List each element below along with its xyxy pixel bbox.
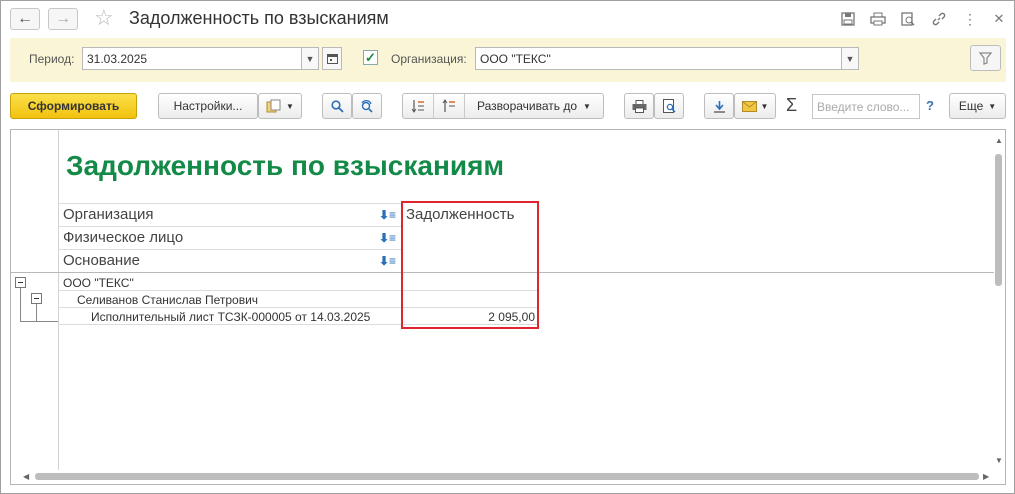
sort-desc-button[interactable] bbox=[434, 94, 464, 118]
collapse-toggle-org[interactable] bbox=[15, 277, 26, 288]
chevron-down-icon: ▼ bbox=[988, 101, 997, 111]
title-bar: ← → ☆ Задолженность по взысканиям ⋮ ✕ bbox=[1, 1, 1014, 37]
print-preview-button[interactable] bbox=[654, 93, 684, 119]
row-organization[interactable]: ООО "ТЕКС" bbox=[63, 276, 134, 290]
send-email-button[interactable]: ▼ bbox=[734, 93, 776, 119]
header-divider bbox=[58, 226, 403, 227]
print-preview-icon bbox=[662, 99, 676, 113]
vertical-scrollbar-thumb[interactable] bbox=[995, 154, 1002, 286]
search-icon bbox=[330, 99, 344, 113]
tree-line bbox=[20, 288, 21, 322]
variants-button[interactable]: ▼ bbox=[258, 93, 302, 119]
report-window: ← → ☆ Задолженность по взысканиям ⋮ ✕ Пе… bbox=[0, 0, 1015, 494]
favorite-star-icon[interactable]: ☆ bbox=[94, 5, 114, 31]
save-to-file-button[interactable] bbox=[704, 93, 734, 119]
grouping-column-divider bbox=[58, 130, 59, 470]
more-button[interactable]: Еще ▼ bbox=[949, 93, 1006, 119]
printer-icon bbox=[632, 99, 646, 113]
chevron-down-icon: ▼ bbox=[845, 53, 855, 64]
collapse-toggle-person[interactable] bbox=[31, 293, 42, 304]
org-label: Организация: bbox=[391, 52, 467, 66]
scroll-up-icon[interactable]: ▲ bbox=[995, 136, 1003, 145]
expand-group: Разворачивать до ▼ bbox=[402, 93, 604, 119]
close-icon[interactable]: ✕ bbox=[990, 10, 1008, 28]
row-basis[interactable]: Исполнительный лист ТСЗК-000005 от 14.03… bbox=[91, 310, 370, 324]
print-icon[interactable] bbox=[869, 10, 887, 28]
expand-to-button[interactable]: Разворачивать до ▼ bbox=[465, 94, 603, 118]
sort-icon[interactable]: ⬇≡ bbox=[379, 208, 396, 222]
window-title: Задолженность по взысканиям bbox=[129, 8, 389, 28]
chevron-down-icon: ▼ bbox=[760, 101, 769, 111]
envelope-icon bbox=[741, 100, 757, 112]
period-input[interactable]: 31.03.2025 bbox=[82, 47, 302, 70]
scroll-right-icon[interactable]: ▶ bbox=[983, 472, 989, 481]
tree-line bbox=[36, 304, 37, 322]
chevron-down-icon: ▼ bbox=[305, 53, 315, 64]
org-checkbox[interactable]: ✓ bbox=[363, 50, 378, 65]
search-next-icon bbox=[361, 99, 373, 113]
find-button[interactable] bbox=[322, 93, 352, 119]
settings-button[interactable]: Настройки... bbox=[158, 93, 258, 119]
scroll-down-icon[interactable]: ▼ bbox=[995, 456, 1003, 465]
org-dropdown-button[interactable]: ▼ bbox=[841, 47, 859, 70]
expand-all-icon bbox=[411, 100, 424, 113]
forward-button[interactable]: → bbox=[48, 8, 78, 30]
period-label: Период: bbox=[29, 52, 75, 66]
header-organization: Организация bbox=[63, 206, 154, 223]
download-icon bbox=[713, 100, 725, 113]
header-divider bbox=[58, 203, 403, 204]
funnel-icon bbox=[979, 51, 992, 65]
sort-icon[interactable]: ⬇≡ bbox=[379, 254, 396, 268]
horizontal-scrollbar-thumb[interactable] bbox=[35, 473, 979, 480]
chevron-down-icon: ▼ bbox=[286, 101, 294, 111]
expand-to-label: Разворачивать до bbox=[477, 99, 578, 113]
arrow-right-icon: → bbox=[55, 10, 71, 27]
more-label: Еще bbox=[958, 99, 984, 113]
collapse-all-icon bbox=[442, 99, 455, 112]
filter-button[interactable] bbox=[970, 45, 1001, 71]
chevron-down-icon: ▼ bbox=[583, 101, 591, 111]
org-input[interactable]: ООО "ТЕКС" bbox=[475, 47, 842, 70]
print-button[interactable] bbox=[624, 93, 654, 119]
header-person: Физическое лицо bbox=[63, 229, 184, 246]
link-icon[interactable] bbox=[930, 10, 948, 28]
back-button[interactable]: ← bbox=[10, 8, 40, 30]
save-icon[interactable] bbox=[839, 10, 857, 28]
report-variant-icon bbox=[266, 99, 281, 113]
sort-icon[interactable]: ⬇≡ bbox=[379, 231, 396, 245]
tree-line bbox=[20, 321, 58, 322]
search-input[interactable]: Введите слово... bbox=[812, 94, 920, 119]
find-next-button[interactable] bbox=[352, 93, 382, 119]
generate-button[interactable]: Сформировать bbox=[10, 93, 137, 119]
preview-icon[interactable] bbox=[899, 10, 917, 28]
report-document[interactable]: Задолженность по взысканиям Организация … bbox=[10, 129, 1006, 485]
sort-asc-button[interactable] bbox=[403, 94, 433, 118]
more-vertical-icon[interactable]: ⋮ bbox=[961, 10, 979, 28]
scroll-left-icon[interactable]: ◀ bbox=[23, 472, 29, 481]
header-basis: Основание bbox=[63, 252, 140, 269]
highlight-debt-column bbox=[401, 201, 539, 329]
filter-panel: Период: 31.03.2025 ▼ ✓ Организация: ООО … bbox=[10, 38, 1006, 82]
calendar-button[interactable] bbox=[322, 47, 342, 70]
sum-icon[interactable]: Σ bbox=[786, 95, 797, 116]
header-divider bbox=[58, 249, 403, 250]
help-link[interactable]: ? bbox=[926, 98, 934, 113]
calendar-icon bbox=[326, 54, 338, 64]
period-dropdown-button[interactable]: ▼ bbox=[301, 47, 319, 70]
arrow-left-icon: ← bbox=[17, 10, 33, 27]
report-title: Задолженность по взысканиям bbox=[66, 150, 505, 181]
row-person[interactable]: Селиванов Станислав Петрович bbox=[77, 293, 258, 307]
